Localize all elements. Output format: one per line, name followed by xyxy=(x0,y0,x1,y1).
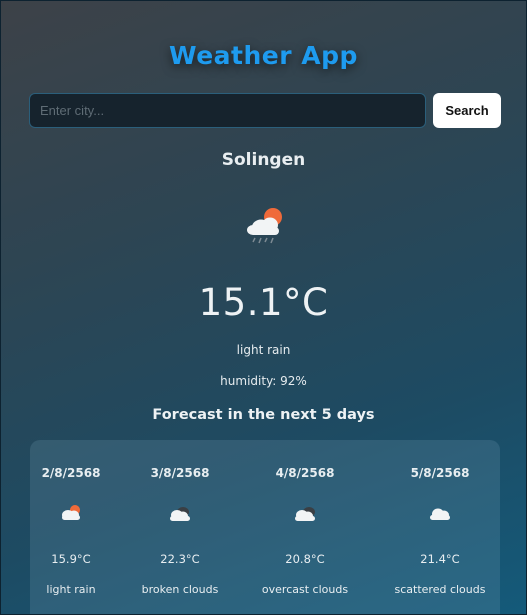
forecast-temperature: 20.8°C xyxy=(285,552,325,566)
forecast-day: 5/8/2568 21.4°C scattered clouds xyxy=(385,440,495,614)
forecast-temperature: 22.3°C xyxy=(160,552,200,566)
weather-description: light rain xyxy=(236,343,291,357)
cloud-sun-icon xyxy=(57,502,85,526)
overcast-clouds-icon xyxy=(291,502,319,526)
search-bar: Search xyxy=(29,93,501,128)
forecast-description: broken clouds xyxy=(141,583,219,596)
forecast-date: 4/8/2568 xyxy=(275,466,335,480)
rain-cloud-sun-icon xyxy=(241,201,291,251)
forecast-day: 2/8/2568 15.9°C light rain xyxy=(30,440,112,614)
search-button[interactable]: Search xyxy=(433,93,501,128)
forecast-description: light rain xyxy=(46,583,96,596)
forecast-date: 3/8/2568 xyxy=(150,466,210,480)
city-search-input[interactable] xyxy=(29,93,426,128)
forecast-panel: 2/8/2568 15.9°C light rain 3/8/2568 22.3… xyxy=(30,440,500,614)
app-title: Weather App xyxy=(169,41,358,70)
current-temperature: 15.1°C xyxy=(198,281,329,324)
humidity-readout: humidity: 92% xyxy=(220,374,307,388)
scattered-clouds-icon xyxy=(426,502,454,526)
forecast-temperature: 15.9°C xyxy=(51,552,91,566)
forecast-date: 5/8/2568 xyxy=(410,466,470,480)
forecast-description: overcast clouds xyxy=(261,583,349,596)
broken-clouds-icon xyxy=(166,502,194,526)
forecast-date: 2/8/2568 xyxy=(41,466,101,480)
forecast-day: 3/8/2568 22.3°C broken clouds xyxy=(130,440,230,614)
weather-app: Weather App Search Solingen 15.1°C light… xyxy=(0,0,527,615)
forecast-description: scattered clouds xyxy=(394,583,486,596)
forecast-title: Forecast in the next 5 days xyxy=(152,407,375,423)
forecast-day: 4/8/2568 20.8°C overcast clouds xyxy=(250,440,360,614)
city-name: Solingen xyxy=(221,150,306,170)
forecast-temperature: 21.4°C xyxy=(420,552,460,566)
